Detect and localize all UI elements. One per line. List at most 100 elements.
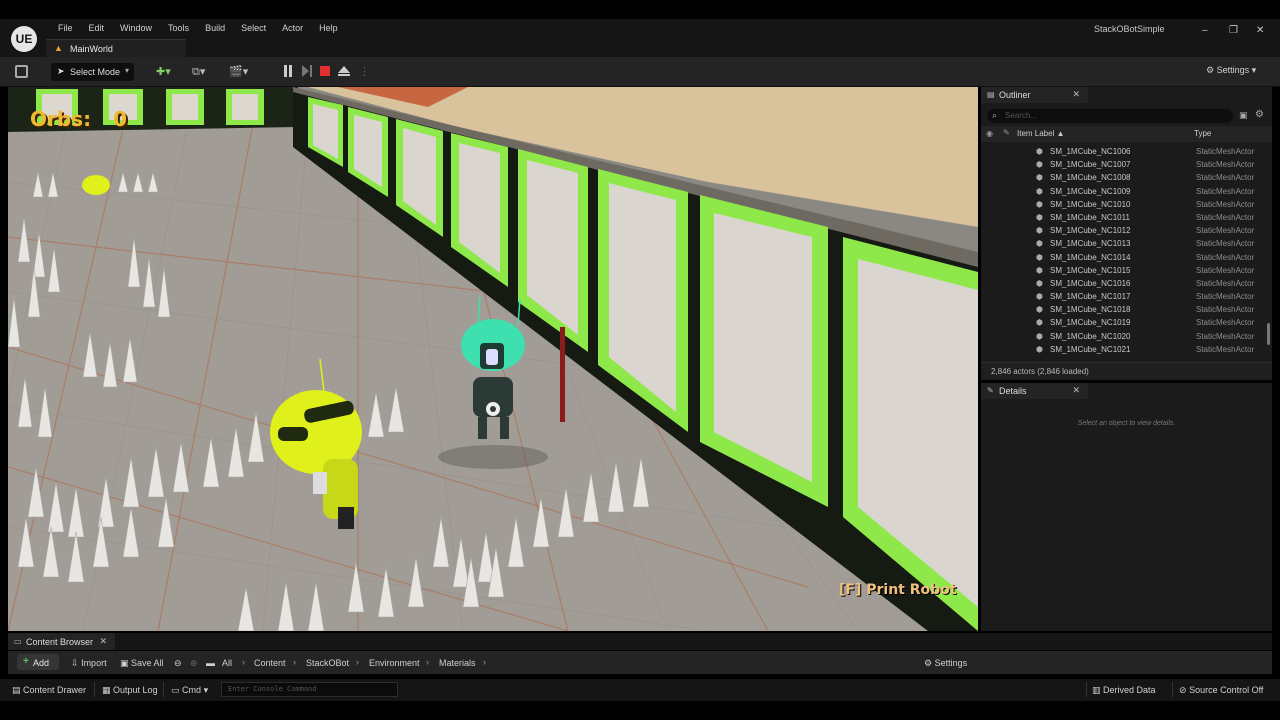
content-browser-tab-label: Content Browser bbox=[26, 637, 94, 647]
import-label: Import bbox=[81, 658, 107, 668]
outliner-row[interactable]: ⬢ SM_1MCube_NC1014 StaticMeshActor bbox=[981, 251, 1266, 264]
breadcrumb-content[interactable]: Content bbox=[254, 658, 286, 668]
select-mode-label: Select Mode bbox=[70, 67, 121, 77]
chevron-down-icon: ▾ bbox=[203, 685, 209, 695]
outliner-panel: ▤ Outliner ✕ ⌕ Search... ▣ ⚙ ◉ ✎ Item La… bbox=[981, 87, 1272, 380]
blueprint-icon[interactable]: ⧉▾ bbox=[192, 65, 205, 79]
outliner-row[interactable]: ⬢ SM_1MCube_NC1013 StaticMeshActor bbox=[981, 237, 1266, 250]
cinematics-icon[interactable]: 🎬▾ bbox=[229, 65, 248, 78]
add-folder-icon[interactable]: ▣ bbox=[1239, 110, 1248, 121]
skip-frame-icon[interactable] bbox=[302, 65, 312, 77]
minimize-icon[interactable]: – bbox=[1202, 25, 1208, 36]
breadcrumb-materials[interactable]: Materials bbox=[439, 658, 476, 668]
history-forward-icon[interactable]: ⊕ bbox=[190, 658, 198, 669]
add-button[interactable]: + Add bbox=[17, 654, 59, 670]
content-drawer-button[interactable]: ▤ Content Drawer bbox=[12, 685, 86, 696]
chevron-right-icon[interactable]: › bbox=[483, 657, 486, 667]
outliner-row-label: SM_1MCube_NC1018 bbox=[1050, 305, 1131, 315]
close-icon[interactable]: ✕ bbox=[99, 636, 107, 647]
outliner-row[interactable]: ⬢ SM_1MCube_NC1011 StaticMeshActor bbox=[981, 211, 1266, 224]
static-mesh-icon: ⬢ bbox=[1036, 212, 1043, 222]
eye-icon[interactable]: ◉ bbox=[986, 129, 993, 138]
outliner-row[interactable]: ⬢ SM_1MCube_NC1012 StaticMeshActor bbox=[981, 224, 1266, 237]
folder-icon: ▭ bbox=[14, 637, 22, 646]
level-viewport[interactable]: Orbs: 0 [F] Print Robot bbox=[8, 87, 978, 631]
pause-icon[interactable] bbox=[283, 65, 293, 77]
add-actor-icon[interactable]: ✚▾ bbox=[156, 65, 171, 78]
cmd-dropdown[interactable]: ▭ Cmd ▾ bbox=[171, 685, 208, 696]
outliner-row[interactable]: ⬢ SM_1MCube_NC1009 StaticMeshActor bbox=[981, 185, 1266, 198]
menu-build[interactable]: Build bbox=[197, 23, 233, 33]
outliner-footer: 2,846 actors (2,846 loaded) bbox=[981, 362, 1272, 380]
item-label-column[interactable]: Item Label ▲ bbox=[1017, 129, 1065, 138]
menu-file[interactable]: File bbox=[50, 23, 81, 33]
menu-edit[interactable]: Edit bbox=[81, 23, 113, 33]
content-browser-tab[interactable]: ▭ Content Browser ✕ bbox=[8, 633, 115, 650]
outliner-row-type: StaticMeshActor bbox=[1196, 173, 1255, 183]
static-mesh-icon: ⬢ bbox=[1036, 226, 1043, 236]
outliner-row[interactable]: ⬢ SM_1MCube_NC1010 StaticMeshActor bbox=[981, 198, 1266, 211]
close-icon[interactable]: ✕ bbox=[1072, 89, 1080, 100]
restore-icon[interactable]: ❐ bbox=[1229, 25, 1238, 36]
outliner-search-input[interactable]: ⌕ Search... bbox=[987, 109, 1233, 123]
details-tab[interactable]: ✎ Details ✕ bbox=[981, 383, 1088, 399]
close-icon[interactable]: ✕ bbox=[1072, 385, 1080, 396]
details-panel: ✎ Details ✕ Select an object to view det… bbox=[981, 383, 1272, 631]
content-browser-settings-button[interactable]: ⚙ Settings bbox=[924, 658, 967, 669]
menu-select[interactable]: Select bbox=[233, 23, 274, 33]
breadcrumb-stackobot[interactable]: StackOBot bbox=[306, 658, 349, 668]
outliner-row-type: StaticMeshActor bbox=[1196, 186, 1255, 196]
chevron-right-icon[interactable]: › bbox=[242, 657, 245, 667]
outliner-row[interactable]: ⬢ SM_1MCube_NC1006 StaticMeshActor bbox=[981, 145, 1266, 158]
outliner-row[interactable]: ⬢ SM_1MCube_NC1018 StaticMeshActor bbox=[981, 303, 1266, 316]
console-command-input[interactable]: Enter Console Command bbox=[221, 682, 398, 697]
import-button[interactable]: ⇩ Import bbox=[71, 658, 107, 669]
unreal-logo-icon[interactable]: UE bbox=[11, 26, 37, 52]
menu-actor[interactable]: Actor bbox=[274, 23, 311, 33]
level-tab-mainworld[interactable]: ▲ MainWorld bbox=[46, 39, 186, 57]
toolbar-settings-button[interactable]: ⚙ Settings ▾ bbox=[1206, 65, 1256, 76]
source-control-button[interactable]: ⊘ Source Control Off bbox=[1179, 685, 1263, 696]
outliner-row[interactable]: ⬢ SM_1MCube_NC1021 StaticMeshActor bbox=[981, 343, 1266, 356]
more-options-icon[interactable]: ⋮ bbox=[359, 65, 370, 78]
outliner-row[interactable]: ⬢ SM_1MCube_NC1015 StaticMeshActor bbox=[981, 264, 1266, 277]
outliner-row-type: StaticMeshActor bbox=[1196, 226, 1255, 236]
output-log-button[interactable]: ▦ Output Log bbox=[102, 685, 158, 696]
history-back-icon[interactable]: ⊖ bbox=[174, 658, 182, 669]
outliner-row-type: StaticMeshActor bbox=[1196, 160, 1255, 170]
select-mode-dropdown[interactable]: ➤ Select Mode ▾ bbox=[51, 63, 134, 81]
eject-icon[interactable] bbox=[338, 65, 350, 77]
chevron-right-icon[interactable]: › bbox=[356, 657, 359, 667]
close-window-icon[interactable]: ✕ bbox=[1256, 25, 1264, 36]
project-name: StackOBotSimple bbox=[1094, 24, 1165, 34]
outliner-row[interactable]: ⬢ SM_1MCube_NC1020 StaticMeshActor bbox=[981, 330, 1266, 343]
type-column[interactable]: Type bbox=[1194, 129, 1211, 138]
outliner-scrollbar[interactable] bbox=[1267, 323, 1270, 345]
plus-icon: + bbox=[23, 656, 29, 667]
static-mesh-icon: ⬢ bbox=[1036, 239, 1043, 249]
breadcrumb-all[interactable]: All bbox=[222, 658, 232, 668]
outliner-row[interactable]: ⬢ SM_1MCube_NC1017 StaticMeshActor bbox=[981, 290, 1266, 303]
save-icon[interactable] bbox=[15, 65, 28, 78]
save-all-button[interactable]: ▣ Save All bbox=[120, 658, 164, 669]
chevron-right-icon[interactable]: › bbox=[426, 657, 429, 667]
gear-icon[interactable]: ⚙ bbox=[1255, 109, 1264, 120]
outliner-row[interactable]: ⬢ SM_1MCube_NC1016 StaticMeshActor bbox=[981, 277, 1266, 290]
menu-help[interactable]: Help bbox=[311, 23, 346, 33]
outliner-row[interactable]: ⬢ SM_1MCube_NC1007 StaticMeshActor bbox=[981, 158, 1266, 171]
outliner-row-type: StaticMeshActor bbox=[1196, 212, 1255, 222]
outliner-tab[interactable]: ▤ Outliner ✕ bbox=[981, 87, 1088, 103]
outliner-row[interactable]: ⬢ SM_1MCube_NC1008 StaticMeshActor bbox=[981, 171, 1266, 184]
stop-icon[interactable] bbox=[320, 65, 330, 77]
main-menu: File Edit Window Tools Build Select Acto… bbox=[50, 23, 346, 33]
derived-data-button[interactable]: ▥ Derived Data bbox=[1092, 685, 1156, 696]
static-mesh-icon: ⬢ bbox=[1036, 331, 1043, 341]
pin-icon[interactable]: ✎ bbox=[1003, 128, 1010, 137]
outliner-row[interactable]: ⬢ SM_1MCube_NC1019 StaticMeshActor bbox=[981, 316, 1266, 329]
chevron-right-icon[interactable]: › bbox=[293, 657, 296, 667]
static-mesh-icon: ⬢ bbox=[1036, 199, 1043, 209]
actor-count: 2,846 actors (2,846 loaded) bbox=[991, 367, 1089, 376]
menu-tools[interactable]: Tools bbox=[160, 23, 197, 33]
menu-window[interactable]: Window bbox=[112, 23, 160, 33]
breadcrumb-environment[interactable]: Environment bbox=[369, 658, 420, 668]
